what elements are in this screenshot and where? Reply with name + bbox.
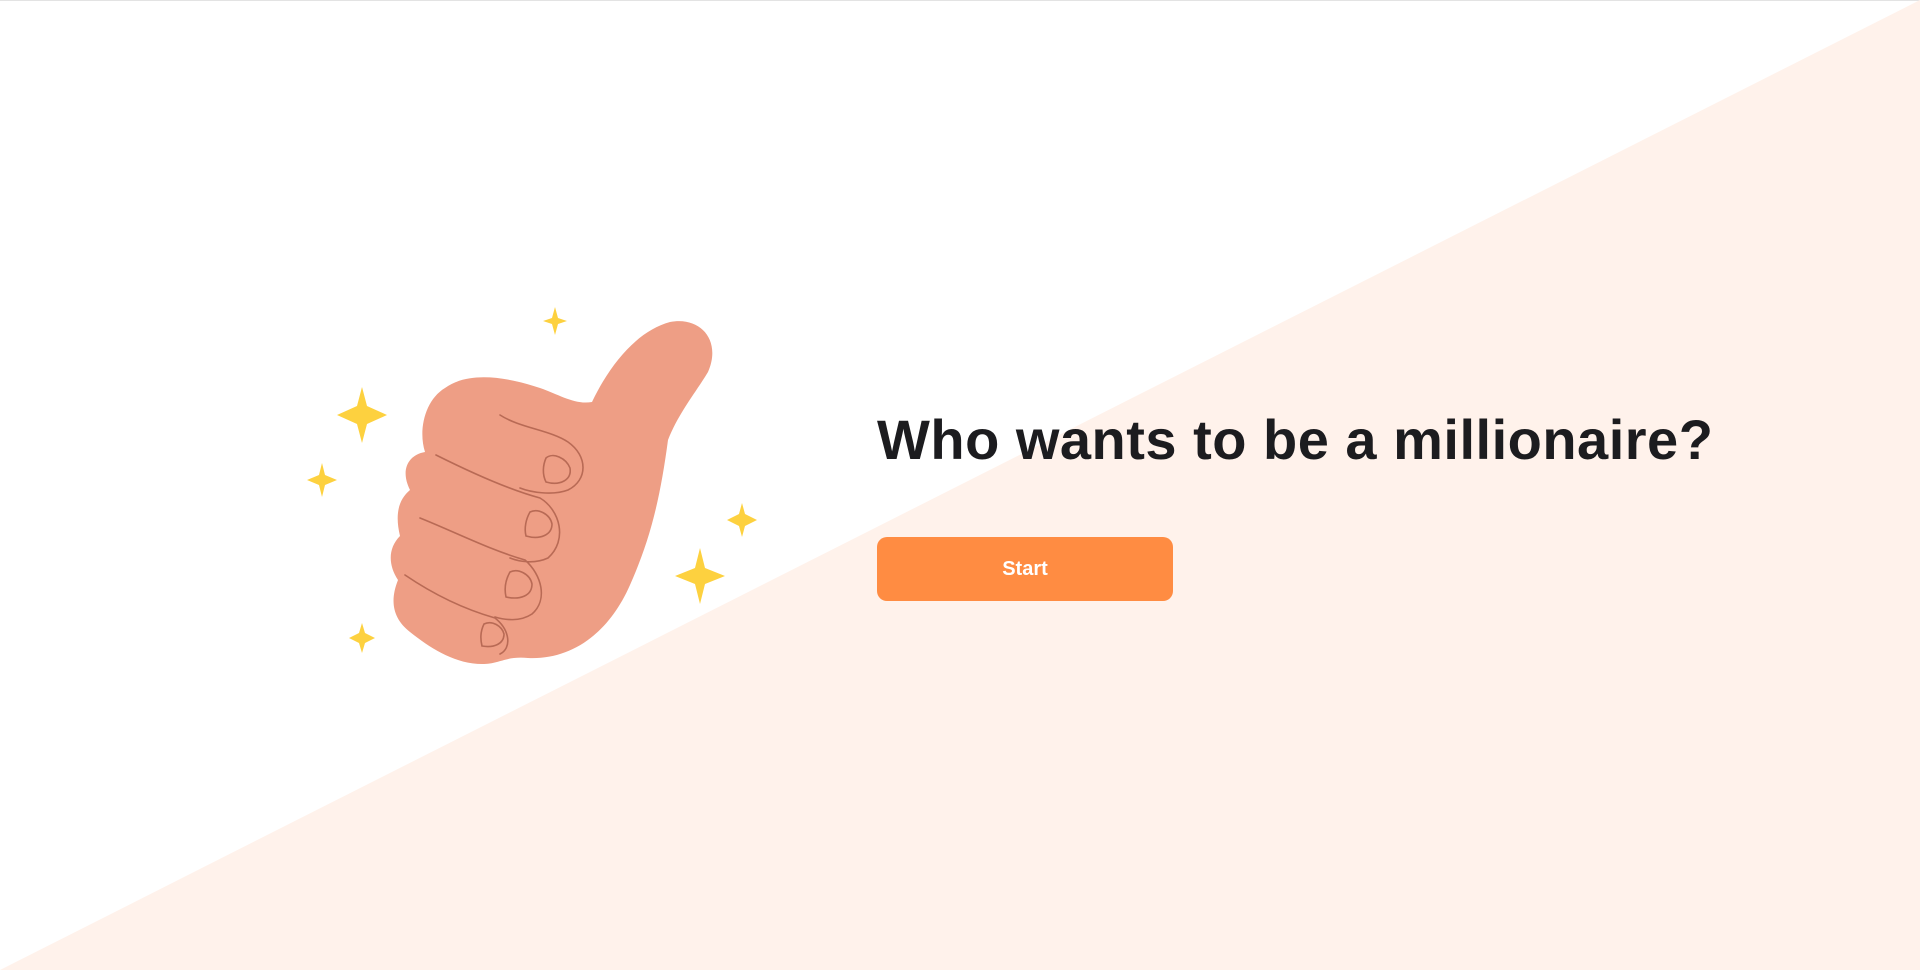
page: Who wants to be a millionaire? Start — [0, 0, 1920, 970]
diagonal-background — [0, 0, 1920, 970]
hero-content: Who wants to be a millionaire? Start — [877, 408, 1777, 601]
start-button[interactable]: Start — [877, 537, 1173, 601]
thumbs-up-hand-icon — [307, 307, 757, 664]
page-title: Who wants to be a millionaire? — [877, 408, 1714, 471]
